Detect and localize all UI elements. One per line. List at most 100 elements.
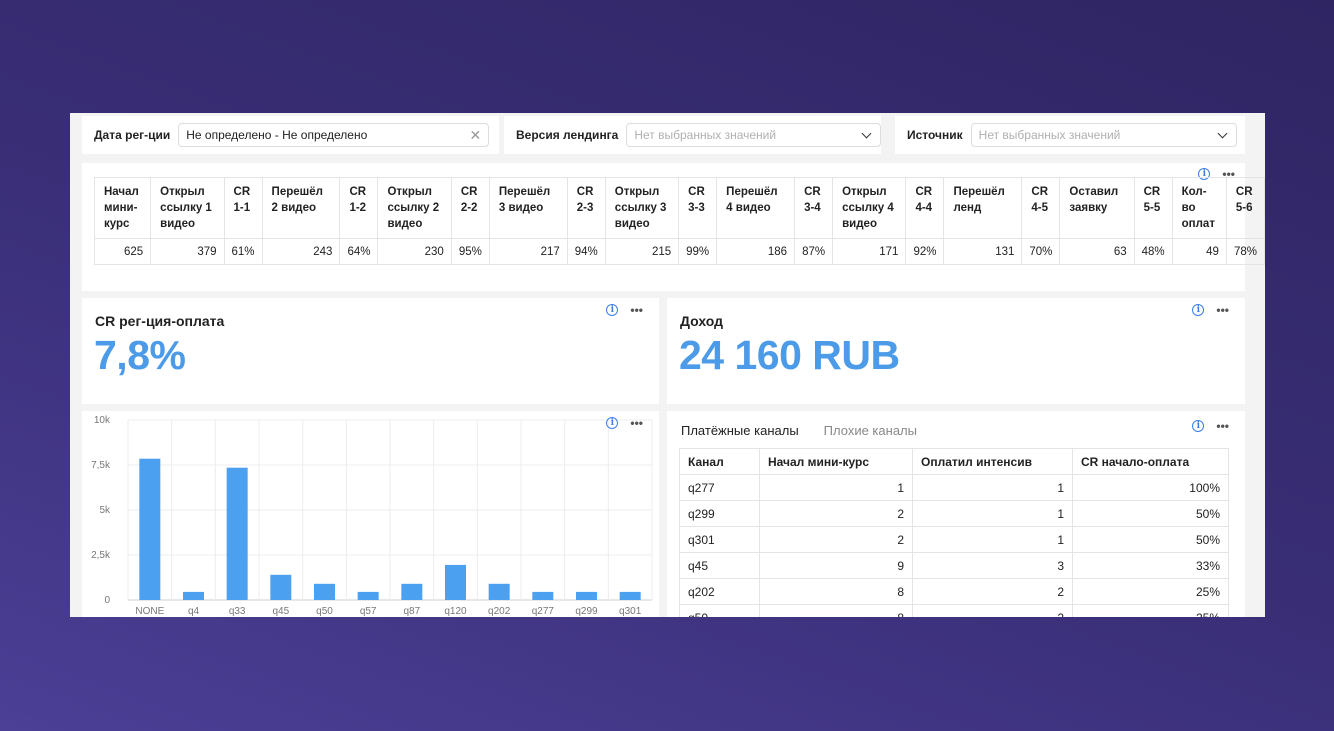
filter-label: Версия лендинга xyxy=(516,128,619,142)
info-icon[interactable]: i xyxy=(606,304,619,316)
table-cell: 243 xyxy=(261,238,341,265)
column-header[interactable]: Канал xyxy=(679,448,760,475)
column-header[interactable]: Кол-во оплат xyxy=(1171,177,1227,239)
x-tick-label: q202 xyxy=(488,606,511,617)
table-cell: 1 xyxy=(912,474,1073,501)
column-header[interactable]: Начал мини-курс xyxy=(759,448,913,475)
column-header[interactable]: Открыл ссылку 2 видео xyxy=(377,177,452,239)
more-icon[interactable]: ••• xyxy=(630,417,643,429)
column-header[interactable]: CR 2-3 xyxy=(566,177,606,239)
column-header[interactable]: Перешёл ленд xyxy=(943,177,1023,239)
bar xyxy=(357,591,379,600)
source-select[interactable]: Нет выбранных значений xyxy=(970,123,1237,147)
column-header[interactable]: Оставил заявку xyxy=(1059,177,1135,239)
table-cell: 186 xyxy=(716,238,796,265)
date-range-input[interactable]: Не определено - Не определено ✕ xyxy=(178,123,490,147)
column-header[interactable]: Перешёл 3 видео xyxy=(488,177,568,239)
table-cell: 61% xyxy=(223,238,263,265)
table-cell: 379 xyxy=(150,238,225,265)
column-header[interactable]: CR 3-4 xyxy=(794,177,834,239)
close-icon[interactable]: ✕ xyxy=(470,127,482,144)
table-cell: 2 xyxy=(912,578,1073,605)
filter-bar: Дата рег-ции Не определено - Не определе… xyxy=(70,113,1265,157)
table-cell: 2 xyxy=(759,500,913,527)
table-cell: q301 xyxy=(679,526,760,553)
chevron-down-icon xyxy=(861,128,872,138)
table-cell: 99% xyxy=(678,238,718,265)
kpi-income-card: Доход 24 160 RUB i ••• xyxy=(667,298,1245,404)
more-icon[interactable]: ••• xyxy=(1216,304,1229,316)
table-cell: 1 xyxy=(912,526,1073,553)
x-tick-label: q50 xyxy=(316,606,333,617)
column-header[interactable]: Перешёл 2 видео xyxy=(261,177,341,239)
column-header[interactable]: Перешёл 4 видео xyxy=(716,177,796,239)
column-header[interactable]: CR 2-2 xyxy=(450,177,490,239)
channels-table: Канал Начал мини-курс Оплатил интенсив C… xyxy=(679,448,1229,617)
y-tick-label: 5k xyxy=(99,505,111,516)
column-header[interactable]: CR 4-4 xyxy=(905,177,945,239)
table-cell: 217 xyxy=(488,238,568,265)
table-cell: 87% xyxy=(794,238,834,265)
table-cell: 33% xyxy=(1072,552,1229,579)
x-tick-label: q301 xyxy=(619,606,642,617)
column-header[interactable]: Открыл ссылку 3 видео xyxy=(604,177,680,239)
landing-version-select[interactable]: Нет выбранных значений xyxy=(626,123,881,147)
x-tick-label: q120 xyxy=(444,606,467,617)
y-tick-label: 0 xyxy=(104,595,110,606)
bar xyxy=(576,591,597,600)
tab-bad-channels[interactable]: Плохие каналы xyxy=(824,423,917,438)
table-row: q45 9 3 33% xyxy=(679,552,1229,579)
table-cell: 100% xyxy=(1072,474,1229,501)
filter-registration-date: Дата рег-ции Не определено - Не определе… xyxy=(82,116,499,154)
bar xyxy=(619,591,641,600)
info-icon[interactable]: i xyxy=(606,417,619,429)
more-icon[interactable]: ••• xyxy=(630,304,643,316)
bar xyxy=(183,591,204,600)
table-cell: 215 xyxy=(604,238,680,265)
table-cell: 8 xyxy=(759,604,913,617)
x-tick-label: q4 xyxy=(188,606,200,617)
column-header[interactable]: CR 3-3 xyxy=(678,177,718,239)
info-icon[interactable]: i xyxy=(1192,304,1205,316)
table-cell: 94% xyxy=(566,238,606,265)
bar xyxy=(226,467,248,600)
table-row: 625 379 61% 243 64% 230 95% 217 94% 215 … xyxy=(93,238,1265,265)
table-cell: 2 xyxy=(759,526,913,553)
info-icon[interactable]: i xyxy=(1192,420,1205,432)
table-cell: 230 xyxy=(377,238,452,265)
tab-payment-channels[interactable]: Платёжные каналы xyxy=(681,423,799,438)
column-header[interactable]: CR начало-оплата xyxy=(1072,448,1229,475)
table-cell: 92% xyxy=(905,238,945,265)
table-cell: 95% xyxy=(450,238,490,265)
column-header[interactable]: Открыл ссылку 4 видео xyxy=(832,177,907,239)
kpi-value: 7,8% xyxy=(94,332,186,378)
column-header[interactable]: CR 4-5 xyxy=(1021,177,1061,239)
column-header[interactable]: CR 5-6 xyxy=(1225,177,1265,239)
table-cell: 8 xyxy=(759,578,913,605)
more-icon[interactable]: ••• xyxy=(1216,420,1229,432)
table-row: q50 8 2 25% xyxy=(679,604,1229,617)
kpi-value: 24 160 RUB xyxy=(679,332,900,378)
table-cell: 49 xyxy=(1171,238,1227,265)
column-header[interactable]: Открыл ссылку 1 видео xyxy=(150,177,225,239)
table-cell: q45 xyxy=(679,552,760,579)
bar xyxy=(139,458,161,600)
table-cell: 63 xyxy=(1059,238,1135,265)
x-tick-label: q57 xyxy=(360,606,377,617)
channels-card: Платёжные каналы Плохие каналы i ••• Кан… xyxy=(667,411,1245,617)
table-row: q277 1 1 100% xyxy=(679,474,1229,501)
column-header[interactable]: Оплатил интенсив xyxy=(912,448,1073,475)
bar xyxy=(445,564,466,600)
column-header[interactable]: Начал мини-курс xyxy=(93,177,152,239)
date-range-value: Не определено - Не определено xyxy=(186,128,368,142)
bar xyxy=(532,591,554,600)
table-row: q301 2 1 50% xyxy=(679,526,1229,553)
column-header[interactable]: CR 5-5 xyxy=(1133,177,1173,239)
funnel-table: Начал мини-курс Открыл ссылку 1 видео CR… xyxy=(93,177,1265,265)
column-header[interactable]: CR 1-1 xyxy=(223,177,263,239)
column-header[interactable]: CR 1-2 xyxy=(339,177,379,239)
kpi-cr-card: CR рег-ция-оплата 7,8% i ••• xyxy=(82,298,659,404)
table-cell: 171 xyxy=(832,238,907,265)
dashboard: Дата рег-ции Не определено - Не определе… xyxy=(70,113,1265,617)
table-row: q202 8 2 25% xyxy=(679,578,1229,605)
